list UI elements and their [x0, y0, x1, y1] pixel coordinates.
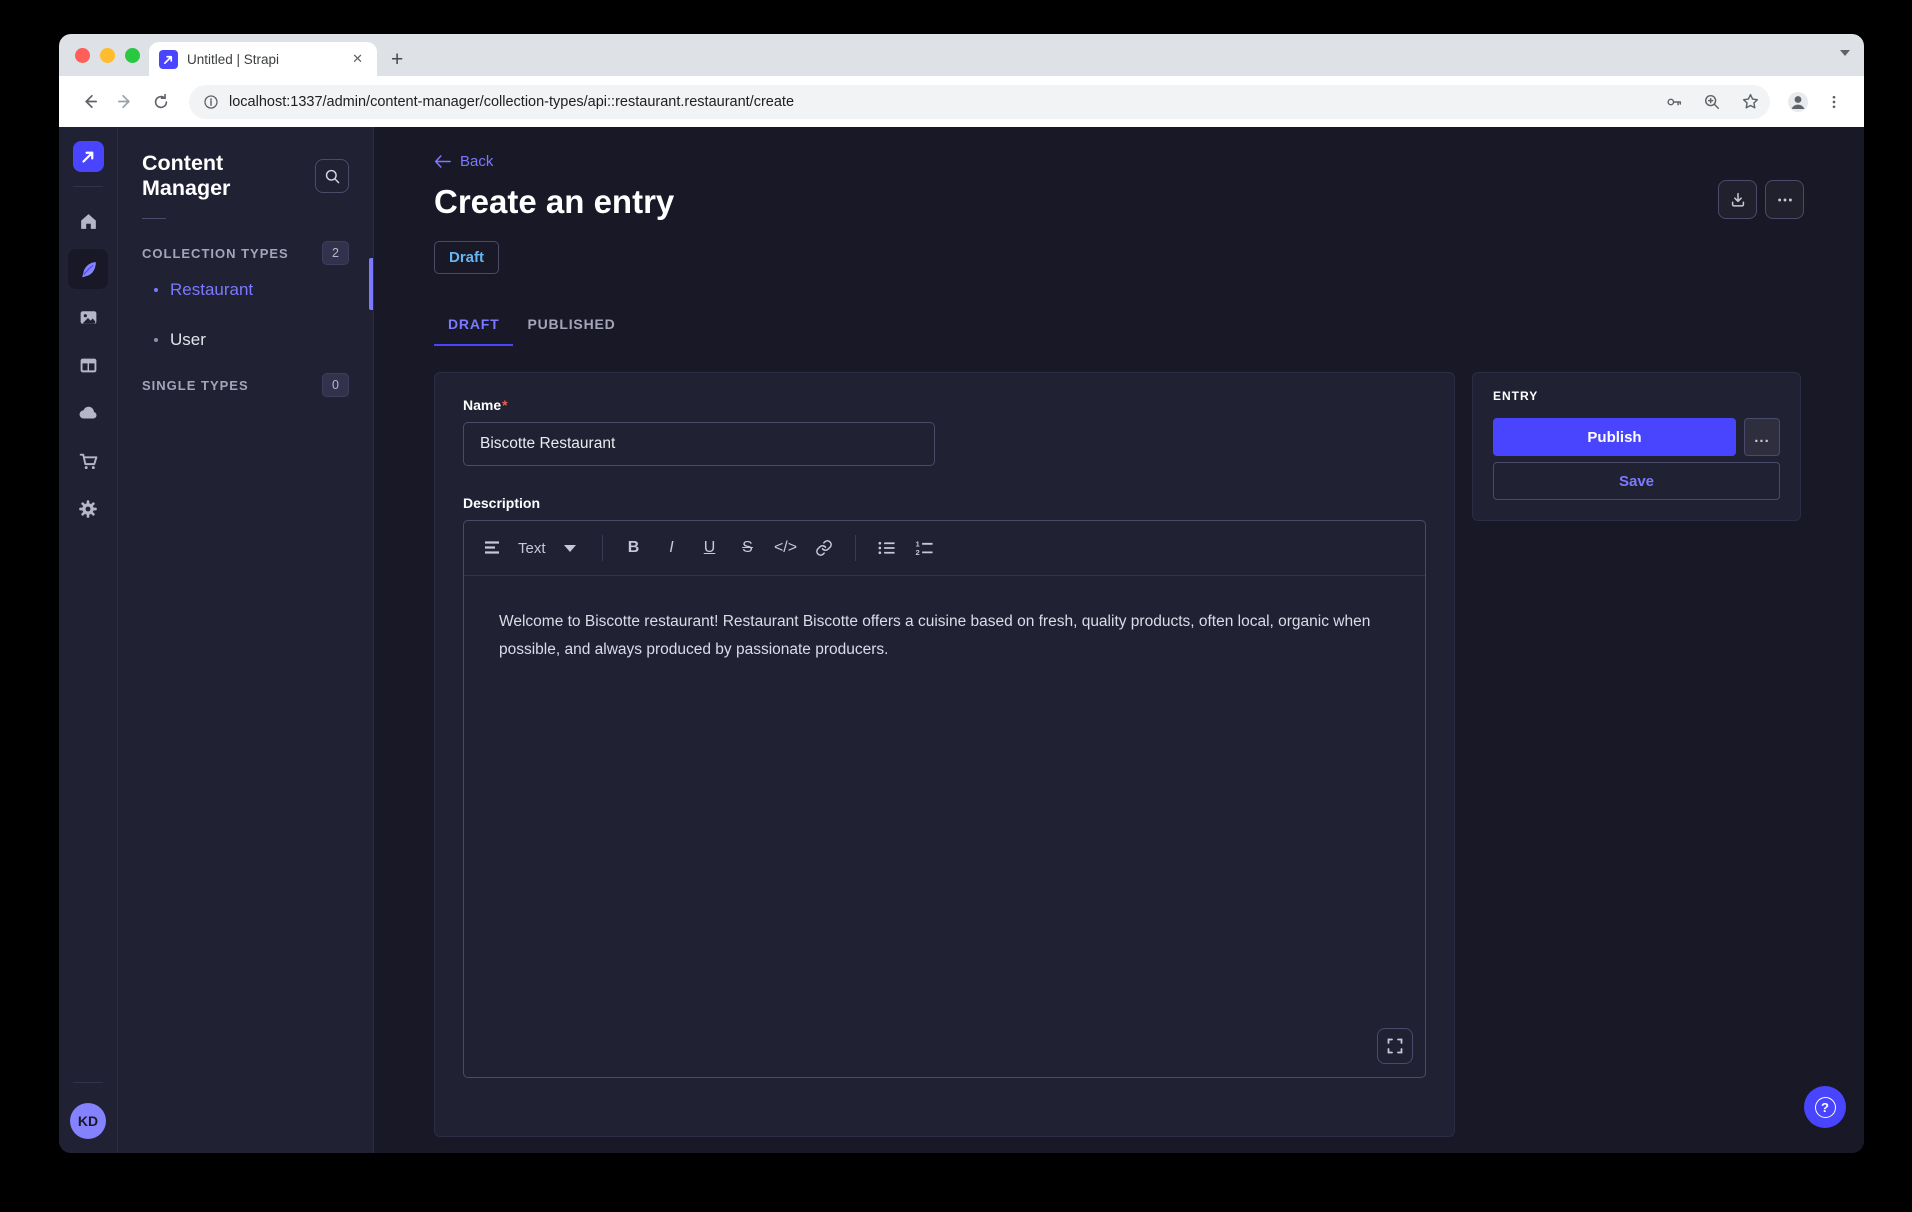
tab-close-icon[interactable]: ✕	[348, 49, 367, 69]
draft-published-tabs: DRAFT PUBLISHED	[434, 306, 1803, 346]
entry-form-card: Name* Description Text B	[434, 372, 1455, 1137]
marketplace-cart-icon[interactable]	[68, 441, 108, 481]
description-field-label: Description	[463, 495, 1426, 511]
content-type-builder-icon[interactable]	[68, 345, 108, 385]
editor-content[interactable]: Welcome to Biscotte restaurant! Restaura…	[464, 576, 1425, 1077]
entry-more-button[interactable]: ...	[1744, 418, 1780, 456]
export-download-button[interactable]	[1718, 180, 1757, 219]
tab-published[interactable]: PUBLISHED	[513, 306, 629, 346]
nav-divider	[73, 186, 103, 187]
single-types-count-badge: 0	[322, 373, 349, 397]
question-mark-icon: ?	[1815, 1097, 1836, 1118]
browser-window: Untitled | Strapi ✕ + localhost:1337/adm…	[59, 34, 1864, 1153]
chevron-down-icon	[564, 545, 576, 552]
active-item-indicator	[369, 258, 373, 310]
back-link[interactable]: Back	[434, 153, 1803, 170]
numbered-list-button[interactable]: 12	[906, 532, 944, 564]
align-left-icon	[484, 540, 502, 556]
user-avatar[interactable]: KD	[70, 1103, 106, 1139]
subnav-title: Content Manager	[142, 151, 315, 201]
back-nav-button[interactable]	[73, 86, 105, 118]
subnav-divider	[142, 218, 166, 219]
name-field-label: Name*	[463, 397, 1426, 413]
italic-button[interactable]: I	[653, 532, 691, 564]
block-style-label: Text	[518, 540, 546, 557]
bullet-icon	[154, 338, 158, 342]
entry-panel-title: ENTRY	[1493, 389, 1780, 403]
back-label: Back	[460, 153, 493, 170]
entry-panel: ENTRY Publish ... Save	[1472, 372, 1801, 521]
traffic-lights	[75, 48, 140, 63]
browser-profile-avatar[interactable]	[1782, 86, 1814, 118]
settings-gear-icon[interactable]	[68, 489, 108, 529]
header-actions	[1718, 180, 1804, 219]
publish-button[interactable]: Publish	[1493, 418, 1736, 456]
browser-tabstrip: Untitled | Strapi ✕ +	[59, 34, 1864, 76]
url-text[interactable]: localhost:1337/admin/content-manager/col…	[229, 94, 1650, 110]
code-button[interactable]: </>	[767, 532, 805, 564]
status-badge: Draft	[434, 241, 499, 274]
reload-button[interactable]	[145, 86, 177, 118]
toolbar-divider	[602, 535, 603, 561]
browser-toolbar: localhost:1337/admin/content-manager/col…	[59, 76, 1864, 127]
cloud-icon[interactable]	[68, 393, 108, 433]
block-style-select[interactable]: Text	[484, 540, 576, 557]
content-manager-subnav: Content Manager COLLECTION TYPES 2 Resta…	[118, 127, 374, 1153]
site-info-icon[interactable]	[203, 94, 219, 110]
collection-types-header: COLLECTION TYPES 2	[118, 241, 373, 265]
url-bar[interactable]: localhost:1337/admin/content-manager/col…	[189, 85, 1770, 119]
home-icon[interactable]	[68, 201, 108, 241]
forward-nav-button[interactable]	[109, 86, 141, 118]
back-arrow-icon	[434, 154, 451, 169]
collection-types-label: COLLECTION TYPES	[142, 246, 289, 261]
window-close-button[interactable]	[75, 48, 90, 63]
toolbar-divider	[855, 535, 856, 561]
single-types-label: SINGLE TYPES	[142, 378, 249, 393]
link-button[interactable]	[805, 532, 843, 564]
underline-button[interactable]: U	[691, 532, 729, 564]
more-actions-button[interactable]	[1765, 180, 1804, 219]
required-asterisk: *	[502, 397, 507, 413]
main-nav: KD	[59, 127, 118, 1153]
content-manager-icon[interactable]	[68, 249, 108, 289]
strapi-logo-icon[interactable]	[73, 141, 104, 172]
name-input[interactable]	[463, 422, 935, 466]
main-content: Back Create an entry Draft DRAFT PUBLISH…	[374, 127, 1864, 1153]
expand-editor-button[interactable]	[1377, 1028, 1413, 1064]
help-button[interactable]: ?	[1804, 1086, 1846, 1128]
svg-text:2: 2	[915, 548, 919, 557]
sidebar-item-label: User	[170, 330, 206, 350]
media-library-icon[interactable]	[68, 297, 108, 337]
strapi-favicon-icon	[159, 50, 178, 69]
window-minimize-button[interactable]	[100, 48, 115, 63]
zoom-page-icon[interactable]	[1698, 88, 1726, 116]
tab-title: Untitled | Strapi	[187, 52, 339, 67]
collection-types-count-badge: 2	[322, 241, 349, 265]
tab-search-chevron-icon[interactable]	[1840, 50, 1850, 56]
strikethrough-button[interactable]: S	[729, 532, 767, 564]
nav-divider-bottom	[73, 1082, 103, 1083]
bold-button[interactable]: B	[615, 532, 653, 564]
sidebar-item-label: Restaurant	[170, 280, 253, 300]
search-button[interactable]	[315, 159, 349, 193]
page-title: Create an entry	[434, 183, 1803, 221]
new-tab-button[interactable]: +	[391, 49, 403, 70]
strapi-app: KD Content Manager COLLECTION TYPES 2 Re…	[59, 127, 1864, 1153]
tab-draft[interactable]: DRAFT	[434, 306, 513, 346]
single-types-header: SINGLE TYPES 0	[118, 373, 373, 397]
save-button[interactable]: Save	[1493, 462, 1780, 500]
window-zoom-button[interactable]	[125, 48, 140, 63]
browser-menu-icon[interactable]	[1818, 86, 1850, 118]
password-manager-icon[interactable]	[1660, 88, 1688, 116]
bullet-icon	[154, 288, 158, 292]
sidebar-item-restaurant[interactable]: Restaurant	[118, 265, 373, 315]
browser-tab[interactable]: Untitled | Strapi ✕	[149, 42, 377, 76]
rich-text-editor: Text B I U S </>	[463, 520, 1426, 1078]
sidebar-item-user[interactable]: User	[118, 315, 373, 365]
editor-toolbar: Text B I U S </>	[464, 521, 1425, 576]
bulleted-list-button[interactable]	[868, 532, 906, 564]
bookmark-star-icon[interactable]	[1736, 88, 1764, 116]
